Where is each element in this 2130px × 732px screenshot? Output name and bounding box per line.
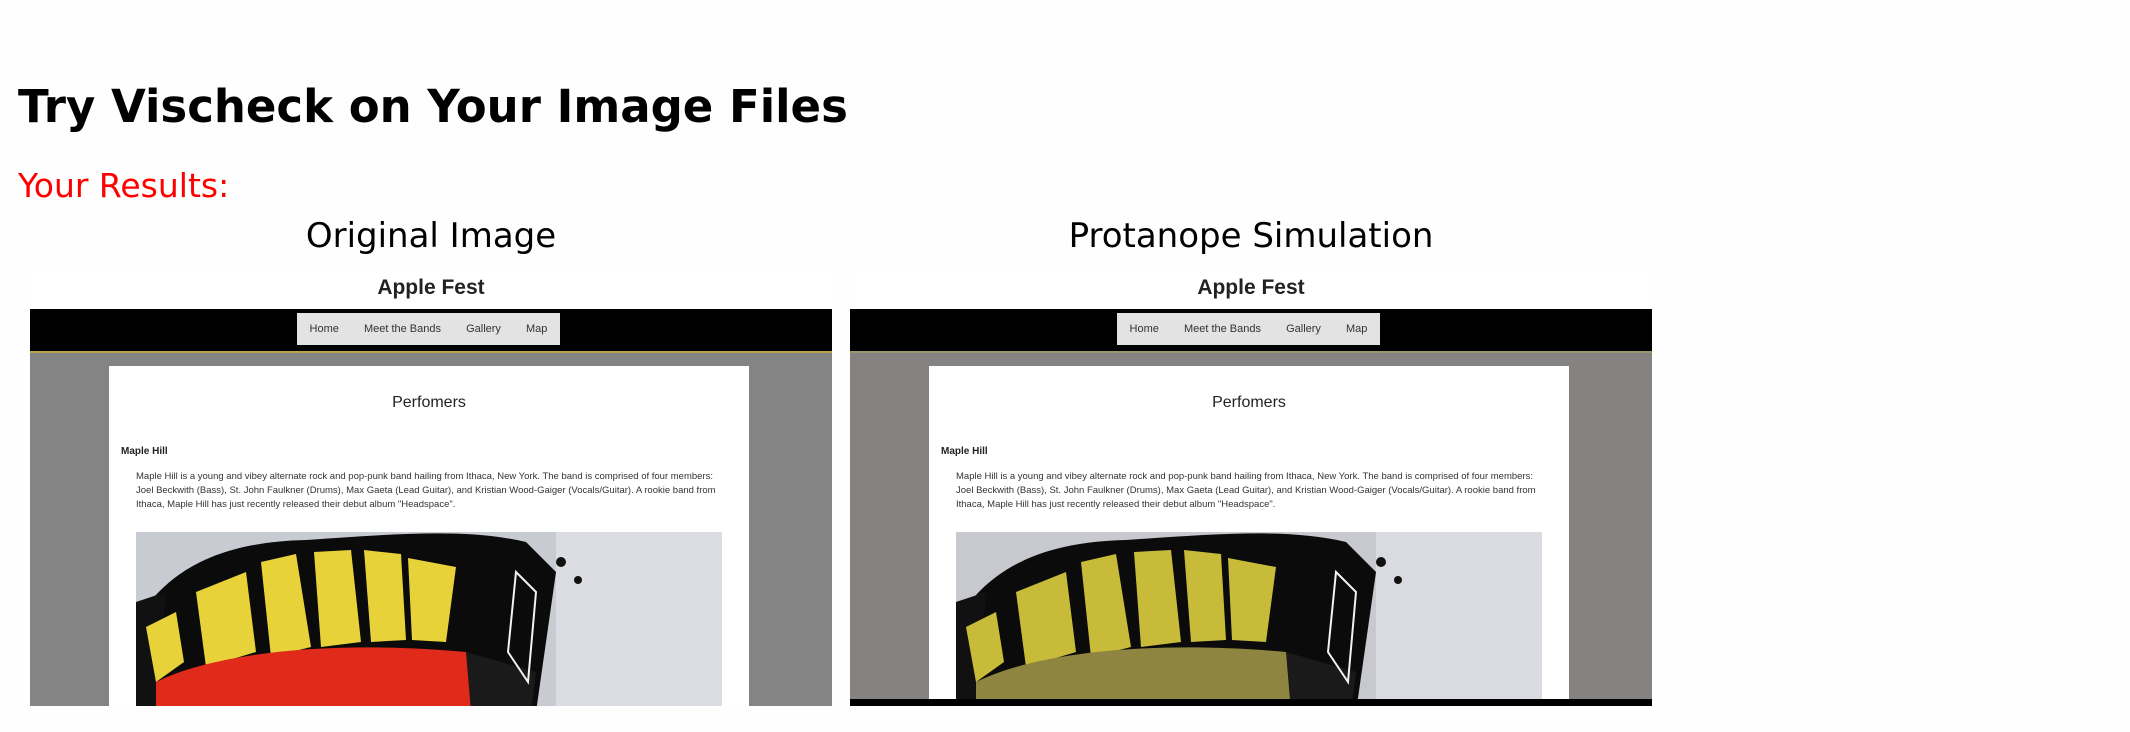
content-card: Perfomers Maple Hill Maple Hill is a you… [929, 366, 1569, 706]
simulation-image-heading: Protanope Simulation [1068, 216, 1434, 256]
site-nav-menu: Home Meet the Bands Gallery Map [297, 313, 560, 345]
band-description: Maple Hill is a young and vibey alternat… [136, 471, 716, 510]
original-image: Apple Fest Home Meet the Bands Gallery M… [30, 270, 832, 706]
simulation-image: Apple Fest Home Meet the Bands Gallery M… [850, 270, 1652, 706]
band-name: Maple Hill [941, 446, 988, 457]
band-name: Maple Hill [121, 446, 168, 457]
site-title: Apple Fest [377, 276, 485, 299]
site-nav-menu: Home Meet the Bands Gallery Map [1117, 313, 1380, 345]
bottom-bar [850, 699, 1652, 706]
page-title: Try Vischeck on Your Image Files [18, 80, 848, 133]
nav-item-home: Home [309, 323, 339, 335]
nav-item-gallery: Gallery [466, 323, 501, 335]
nav-item-map: Map [1346, 323, 1368, 335]
band-photo [956, 532, 1542, 706]
section-heading: Perfomers [392, 394, 466, 411]
band-description: Maple Hill is a young and vibey alternat… [956, 471, 1536, 510]
nav-item-bands: Meet the Bands [1183, 323, 1262, 335]
results-label: Your Results: [18, 166, 230, 205]
content-card: Perfomers Maple Hill Maple Hill is a you… [109, 366, 749, 706]
section-heading: Perfomers [1212, 394, 1286, 411]
band-photo [136, 532, 722, 706]
nav-item-map: Map [526, 323, 548, 335]
site-title: Apple Fest [1197, 276, 1305, 299]
original-image-heading: Original Image [305, 216, 557, 256]
nav-item-home: Home [1129, 323, 1159, 335]
nav-item-bands: Meet the Bands [363, 323, 442, 335]
nav-item-gallery: Gallery [1286, 323, 1321, 335]
site-navbar: Home Meet the Bands Gallery Map [850, 309, 1652, 353]
site-navbar: Home Meet the Bands Gallery Map [30, 309, 832, 353]
